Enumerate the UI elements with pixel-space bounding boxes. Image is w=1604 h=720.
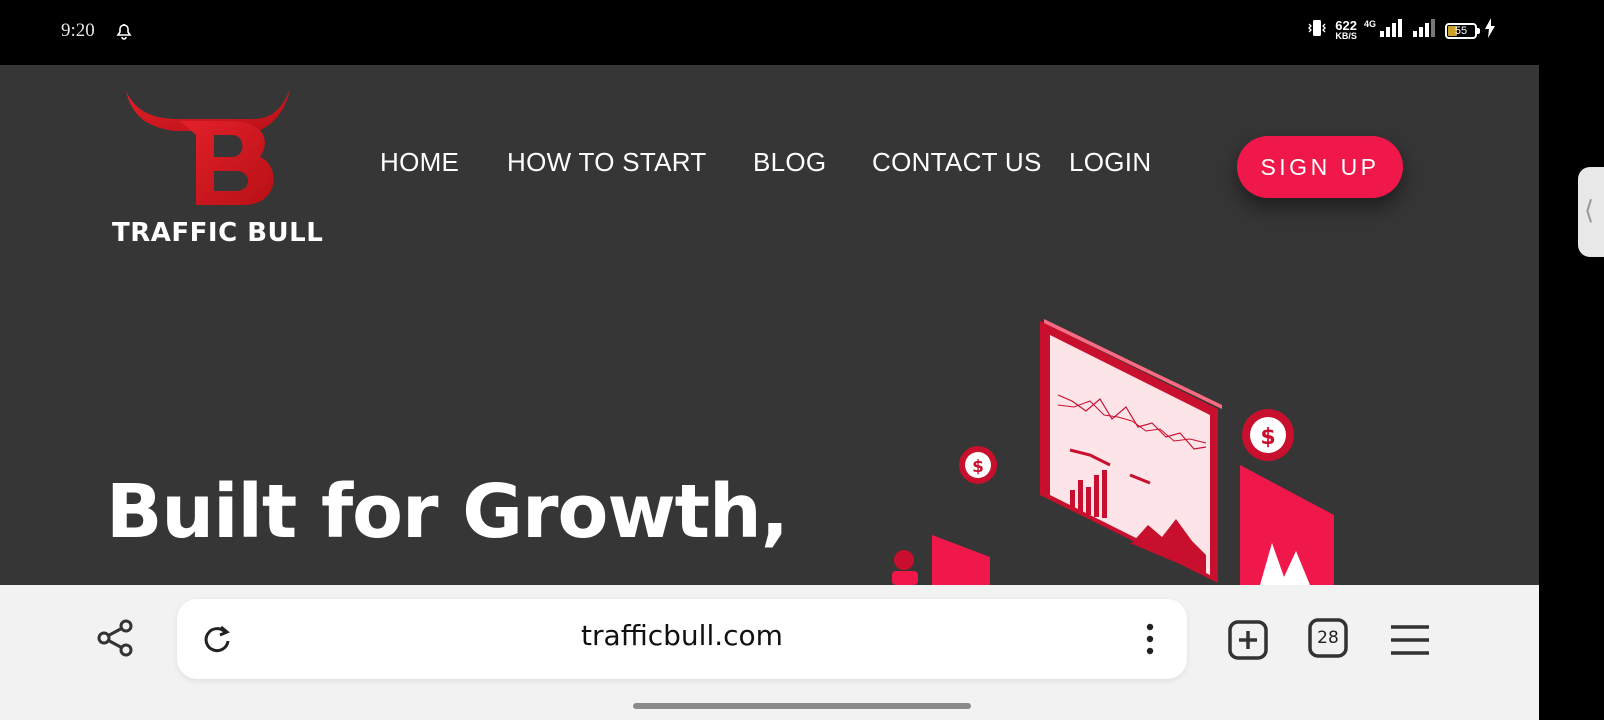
share-icon[interactable] <box>94 616 138 660</box>
network-rate-unit: KB/S <box>1335 30 1357 41</box>
tab-count: 28 <box>1317 628 1339 648</box>
side-panel-handle[interactable]: ⟨ <box>1578 167 1604 257</box>
tabs-icon[interactable]: 28 <box>1308 618 1348 658</box>
nav-login[interactable]: LOGIN <box>1069 147 1151 178</box>
battery-level: 55 <box>1454 24 1468 37</box>
url-text[interactable]: trafficbull.com <box>177 619 1187 652</box>
signal-icon-2 <box>1412 19 1438 42</box>
analytics-illustration: $ $ <box>892 319 1334 585</box>
signal-icon <box>1379 19 1405 42</box>
chevron-left-icon: ⟨ <box>1584 195 1595 225</box>
sign-up-button[interactable]: SIGN UP <box>1237 136 1403 198</box>
nav-how-to-start[interactable]: HOW TO START <box>507 147 707 178</box>
status-time: 9:20 <box>61 20 95 41</box>
network-rate-value: 622 <box>1335 17 1357 33</box>
status-icons: 622 KB/S 4G 55 <box>1306 18 1496 43</box>
hero-title: Built for Growth, <box>106 469 789 555</box>
web-page: TRAFFIC BULL HOME HOW TO START BLOG CONT… <box>0 65 1539 585</box>
vibrate-icon <box>1306 18 1328 43</box>
status-bar: 9:20 622 KB/S 4G 55 <box>0 0 1604 65</box>
battery-icon: 55 <box>1445 22 1480 39</box>
network-type: 4G <box>1363 18 1376 29</box>
nav-contact-us[interactable]: CONTACT US <box>872 147 1042 178</box>
logo-text: TRAFFIC BULL <box>112 218 324 248</box>
home-indicator[interactable] <box>633 703 971 709</box>
svg-text:$: $ <box>972 457 984 477</box>
browser-toolbar: trafficbull.com 28 <box>0 585 1539 693</box>
network-rate: 622 KB/S <box>1335 17 1357 42</box>
more-vert-icon[interactable] <box>1135 619 1165 659</box>
nav-blog[interactable]: BLOG <box>753 147 826 178</box>
svg-text:$: $ <box>1260 425 1275 450</box>
new-tab-icon[interactable] <box>1226 618 1270 662</box>
alarm-icon <box>114 21 134 46</box>
traffic-bull-logo[interactable] <box>96 77 322 297</box>
address-bar[interactable]: trafficbull.com <box>177 599 1187 679</box>
nav-home[interactable]: HOME <box>380 147 459 178</box>
charging-icon <box>1484 18 1496 43</box>
menu-icon[interactable] <box>1388 618 1432 662</box>
